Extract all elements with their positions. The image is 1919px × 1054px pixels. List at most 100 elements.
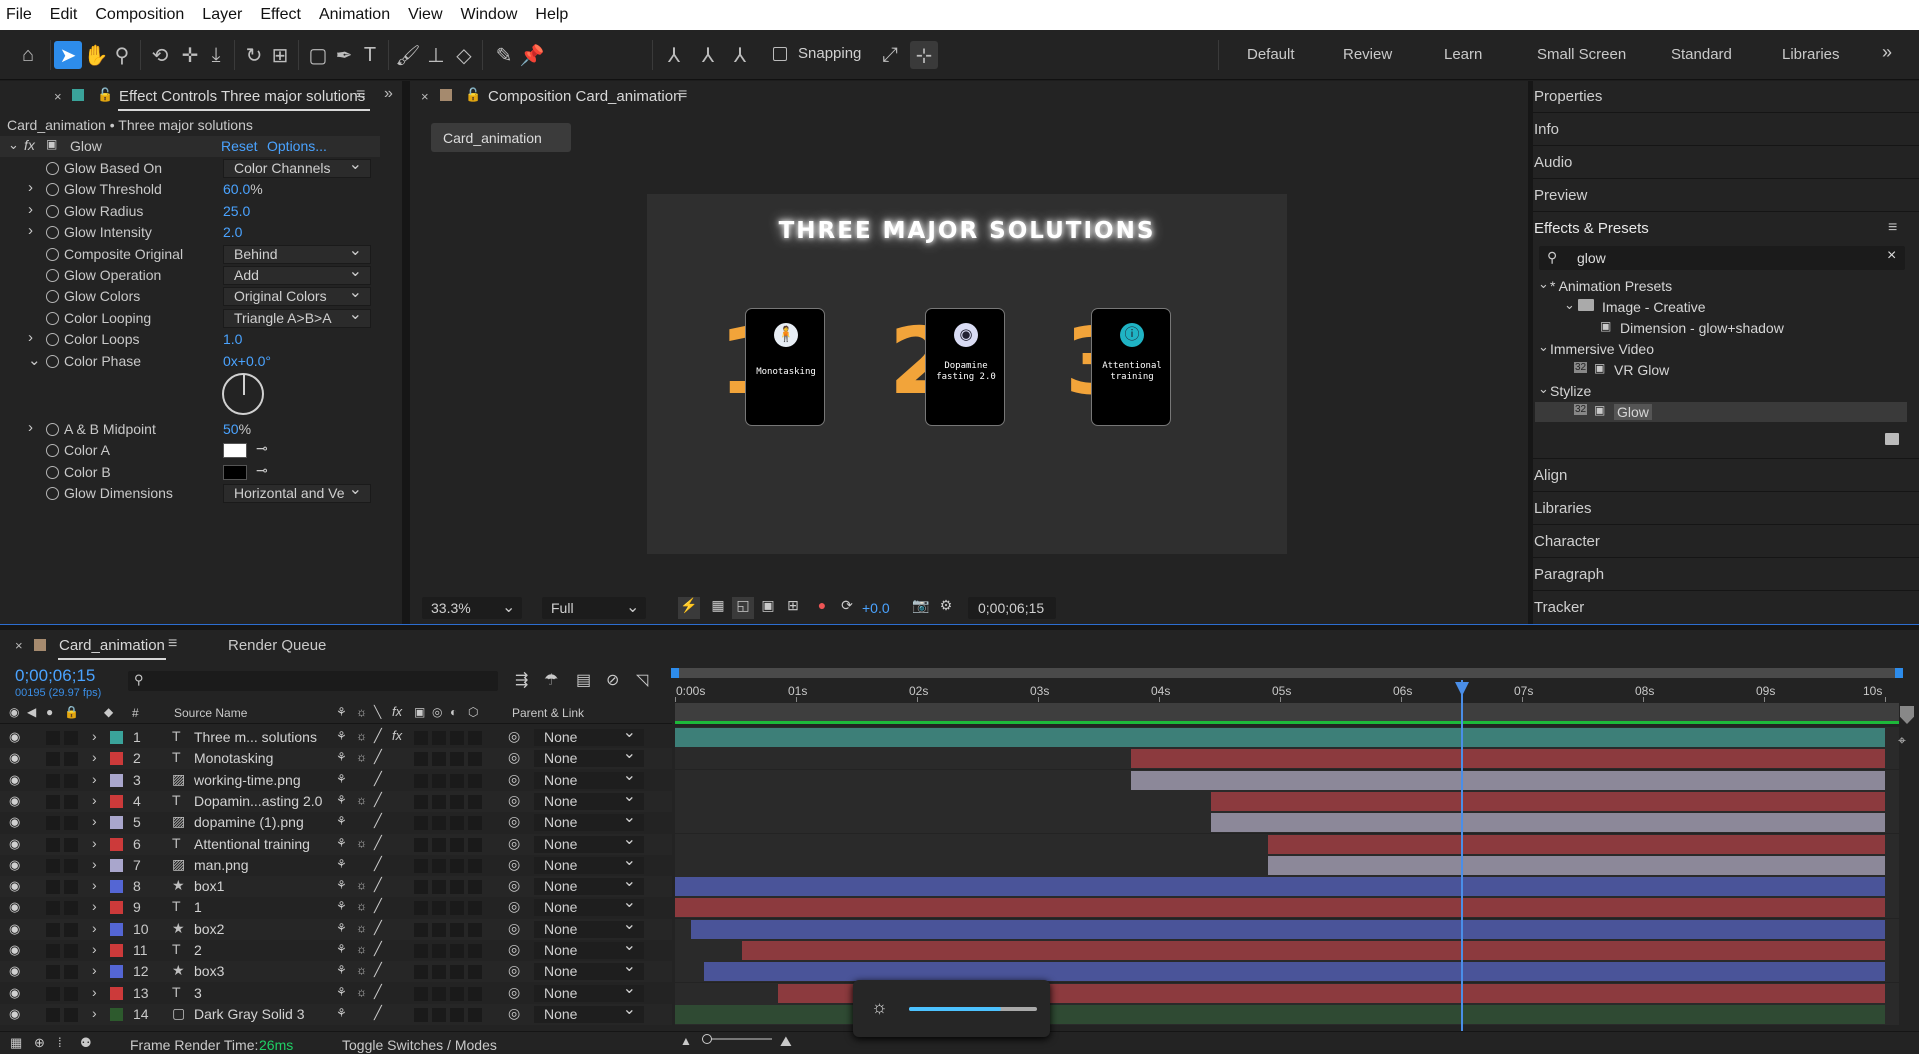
switch-toggle[interactable] [414, 965, 428, 980]
layer-name[interactable]: man.png [194, 857, 248, 873]
timeline-zoom-slider[interactable] [702, 1034, 772, 1044]
panel-libraries[interactable]: Libraries [1534, 500, 1592, 517]
show-snapshot-icon[interactable]: ⚙ [935, 597, 957, 619]
chevron-right-icon[interactable]: › [92, 728, 97, 744]
layer-name[interactable]: dopamine (1).png [194, 814, 304, 830]
parent-link-header[interactable]: Parent & Link [512, 706, 584, 720]
switch-toggle[interactable] [450, 816, 464, 831]
layer-row[interactable]: ◉ › 3 ▨ working-time.png ⚘ ╱ ◎ None [0, 768, 672, 791]
snap-features-icon[interactable]: ⊹ [910, 41, 938, 69]
parent-dropdown[interactable]: None [534, 981, 644, 1002]
collapse-switch-icon[interactable]: ☼ [356, 750, 367, 764]
layer-name[interactable]: Monotasking [194, 750, 273, 766]
shy-switch-icon[interactable]: ⚘ [336, 705, 347, 719]
label-column-icon[interactable]: ◆ [104, 705, 113, 719]
layer-switches-pane-icon[interactable]: ▦ [10, 1035, 22, 1051]
layer-bar[interactable] [675, 877, 1885, 897]
solution-card-3[interactable]: 3ⓘAttentional training [1065, 308, 1175, 434]
collapse-switch-icon[interactable]: ☼ [356, 899, 367, 913]
layer-bar[interactable] [690, 919, 1885, 939]
switch-toggle[interactable] [414, 901, 428, 916]
eye-icon[interactable]: ◉ [9, 750, 20, 766]
motion-blur-switch-icon[interactable]: ◎ [432, 705, 442, 719]
prop-row-glow-based-on[interactable]: Glow Based On Color Channels [0, 156, 380, 179]
layer-name[interactable]: Attentional training [194, 836, 310, 852]
effect-controls-tab[interactable]: Effect Controls Three major solutions [119, 88, 365, 105]
quality-switch-icon[interactable]: ╱ [374, 771, 382, 787]
quality-switch-icon[interactable]: ╱ [374, 941, 382, 957]
expand-panels-icon[interactable]: » [384, 85, 393, 103]
menu-composition[interactable]: Composition [95, 6, 184, 24]
chevron-right-icon[interactable]: › [28, 419, 33, 436]
eye-icon[interactable]: ◉ [9, 857, 20, 873]
solo-toggle[interactable] [46, 752, 60, 767]
reset-exposure-icon[interactable]: ⟳ [836, 597, 858, 619]
chevron-right-icon[interactable]: › [28, 222, 33, 239]
options-link[interactable]: Options... [267, 138, 327, 154]
switch-toggle[interactable] [414, 794, 428, 809]
shy-switch-icon[interactable]: ⚘ [336, 772, 347, 786]
comp-marker-bin-icon[interactable]: ⌖ [1898, 732, 1906, 749]
chevron-right-icon[interactable]: › [28, 329, 33, 346]
brightness-track[interactable] [909, 1007, 1037, 1011]
shy-switch-icon[interactable]: ⚘ [336, 857, 347, 871]
prop-dropdown[interactable]: Behind [223, 242, 371, 264]
layer-row[interactable]: ◉ › 8 ★ box1 ⚘ ☼ ╱ ◎ None [0, 874, 672, 898]
effects-search-input[interactable]: ⚲ glow × [1539, 246, 1905, 270]
stopwatch-icon[interactable] [46, 423, 59, 436]
pick-whip-icon[interactable]: ◎ [508, 984, 520, 1001]
eraser-tool-icon[interactable]: ◇ [450, 41, 478, 69]
eye-icon[interactable]: ◉ [9, 793, 20, 809]
panel-info[interactable]: Info [1534, 121, 1559, 138]
close-tab-icon[interactable]: × [54, 89, 62, 104]
roto-brush-tool-icon[interactable]: ✎ [490, 41, 518, 69]
quality-switch-icon[interactable]: ╱ [374, 1005, 382, 1021]
prop-value[interactable]: 0x+0.0° [223, 353, 271, 369]
timeline-timecode[interactable]: 0;00;06;15 [15, 666, 95, 686]
close-tab-icon[interactable]: × [15, 638, 23, 653]
brush-tool-icon[interactable]: 🖌 [394, 41, 422, 69]
shy-switch-icon[interactable]: ⚘ [336, 899, 347, 913]
timeline-tab[interactable]: Card_animation [59, 637, 165, 654]
switch-toggle[interactable] [414, 837, 428, 852]
prop-value-number[interactable]: 50 [223, 421, 239, 437]
prop-row-glow-operation[interactable]: Glow Operation Add [0, 263, 380, 286]
switch-toggle[interactable] [414, 922, 428, 937]
effects-presets-title[interactable]: Effects & Presets [1534, 220, 1649, 237]
pick-whip-icon[interactable]: ◎ [508, 835, 520, 852]
collapse-switch-icon[interactable]: ☼ [356, 878, 367, 892]
layer-bar[interactable] [704, 962, 1885, 982]
lock-toggle[interactable] [64, 752, 78, 767]
layer-label-color[interactable] [110, 858, 123, 872]
color-swatch[interactable] [223, 443, 247, 459]
eye-icon[interactable]: ◉ [9, 1006, 20, 1022]
switch-toggle[interactable] [468, 965, 482, 980]
color-swatch[interactable] [223, 464, 247, 480]
stopwatch-icon[interactable] [46, 311, 59, 325]
workspace-small-screen[interactable]: Small Screen [1537, 46, 1626, 63]
switch-toggle[interactable] [450, 837, 464, 852]
switch-toggle[interactable] [450, 986, 464, 1001]
parent-dropdown[interactable]: None [534, 853, 644, 874]
layer-bar[interactable] [1131, 749, 1885, 769]
type-tool-icon[interactable]: T [356, 41, 384, 69]
render-time-pane-icon[interactable]: ⚉ [80, 1035, 92, 1051]
composition-mini-flowchart-icon[interactable]: ⇶ [515, 670, 528, 690]
layer-row[interactable]: ◉ › 4 T Dopamin...asting 2.0 ⚘ ☼ ╱ ◎ None [0, 789, 672, 812]
prop-dropdown[interactable]: Color Channels [223, 156, 371, 178]
orbit-camera-icon[interactable]: ⟲ [146, 41, 174, 69]
shy-switch-icon[interactable]: ⚘ [336, 814, 347, 828]
frame-blend-switch-icon[interactable]: ▣ [414, 705, 425, 719]
layer-bar[interactable] [1211, 813, 1885, 833]
quality-switch-icon[interactable]: ╱ [374, 792, 382, 808]
switch-toggle[interactable] [468, 837, 482, 852]
eye-icon[interactable]: ◉ [9, 899, 20, 915]
pick-whip-icon[interactable]: ◎ [508, 898, 520, 915]
parent-dropdown[interactable]: None [534, 895, 644, 917]
panel-menu-icon[interactable]: ≡ [678, 86, 687, 104]
layer-label-color[interactable] [110, 922, 123, 936]
fx-icon[interactable]: fx [24, 137, 35, 153]
close-tab-icon[interactable]: × [421, 89, 429, 104]
shy-switch-icon[interactable]: ⚘ [336, 729, 347, 743]
quality-switch-icon[interactable]: ╱ [374, 835, 382, 851]
